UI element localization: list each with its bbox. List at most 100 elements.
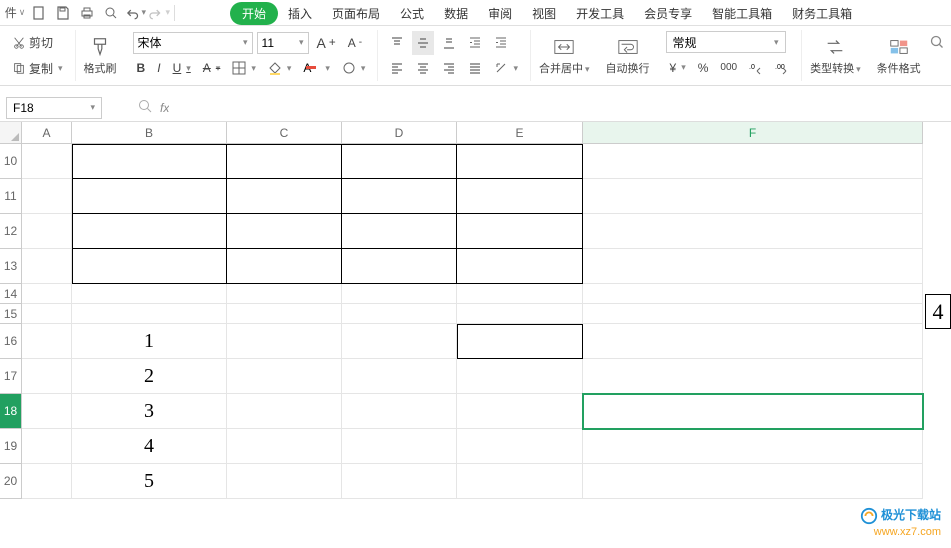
cell-F20[interactable] — [583, 464, 923, 499]
row-header-20[interactable]: 20 — [0, 464, 22, 499]
cell-B10[interactable] — [72, 144, 227, 179]
formula-input[interactable] — [169, 97, 951, 119]
cell-D16[interactable] — [342, 324, 457, 359]
cell-C20[interactable] — [227, 464, 342, 499]
cell-E20[interactable] — [457, 464, 583, 499]
cell-A12[interactable] — [22, 214, 72, 249]
cell-A13[interactable] — [22, 249, 72, 284]
row-header-13[interactable]: 13 — [0, 249, 22, 284]
cell-F14[interactable] — [583, 284, 923, 304]
border-button[interactable]: ▾ — [228, 56, 260, 80]
cell-B20[interactable]: 5 — [72, 464, 227, 499]
name-box[interactable]: F18▾ — [6, 97, 102, 119]
cell-E12[interactable] — [457, 214, 583, 249]
column-header-E[interactable]: E — [457, 122, 583, 144]
wrap-text-button[interactable]: 自动换行 — [598, 30, 658, 81]
cell-F17[interactable] — [583, 359, 923, 394]
cell-F13[interactable] — [583, 249, 923, 284]
tab-insert[interactable]: 插入 — [278, 1, 322, 26]
decrease-decimal-icon[interactable]: .00 — [771, 56, 793, 80]
cell-A20[interactable] — [22, 464, 72, 499]
fx-icon[interactable]: fx — [160, 101, 169, 115]
cell-E13[interactable] — [457, 249, 583, 284]
align-top-icon[interactable] — [386, 31, 408, 55]
cell-A15[interactable] — [22, 304, 72, 324]
cell-C13[interactable] — [227, 249, 342, 284]
conditional-format-button[interactable]: 条件格式 — [869, 30, 929, 81]
tab-formula[interactable]: 公式 — [390, 1, 434, 26]
row-header-10[interactable]: 10 — [0, 144, 22, 179]
fill-color-button[interactable]: ▾ — [264, 56, 296, 80]
row-header-14[interactable]: 14 — [0, 284, 22, 304]
cell-C12[interactable] — [227, 214, 342, 249]
cell-A18[interactable] — [22, 394, 72, 429]
row-header-18[interactable]: 18 — [0, 394, 22, 429]
cell-B19[interactable]: 4 — [72, 429, 227, 464]
cell-D20[interactable] — [342, 464, 457, 499]
cell-A19[interactable] — [22, 429, 72, 464]
align-bottom-icon[interactable] — [438, 31, 460, 55]
bold-button[interactable]: B — [133, 56, 150, 80]
cell-B14[interactable] — [72, 284, 227, 304]
comma-icon[interactable]: 000 — [716, 56, 741, 80]
row-header-19[interactable]: 19 — [0, 429, 22, 464]
cell-F18[interactable] — [583, 394, 923, 429]
column-header-A[interactable]: A — [22, 122, 72, 144]
type-convert-button[interactable]: 类型转换▾ — [802, 30, 869, 81]
cell-D13[interactable] — [342, 249, 457, 284]
column-header-D[interactable]: D — [342, 122, 457, 144]
tab-layout[interactable]: 页面布局 — [322, 1, 390, 26]
decrease-font-icon[interactable]: A- — [344, 31, 366, 55]
cell-A10[interactable] — [22, 144, 72, 179]
tab-member[interactable]: 会员专享 — [634, 1, 702, 26]
cell-C10[interactable] — [227, 144, 342, 179]
align-middle-icon[interactable] — [412, 31, 434, 55]
cell-E19[interactable] — [457, 429, 583, 464]
underline-button[interactable]: U▾ — [169, 56, 195, 80]
cell-D12[interactable] — [342, 214, 457, 249]
cell-A17[interactable] — [22, 359, 72, 394]
cell-F10[interactable] — [583, 144, 923, 179]
currency-icon[interactable]: ¥▾ — [666, 56, 690, 80]
merge-center-button[interactable]: 合并居中▾ — [531, 30, 598, 81]
row-header-16[interactable]: 16 — [0, 324, 22, 359]
cell-B18[interactable]: 3 — [72, 394, 227, 429]
font-size-select[interactable]: 11▾ — [257, 32, 309, 54]
cell-D17[interactable] — [342, 359, 457, 394]
cell-B17[interactable]: 2 — [72, 359, 227, 394]
font-color-button[interactable]: A▾ — [299, 56, 334, 80]
tab-data[interactable]: 数据 — [434, 1, 478, 26]
tab-smarttools[interactable]: 智能工具箱 — [702, 1, 782, 26]
cell-E11[interactable] — [457, 179, 583, 214]
cell-A14[interactable] — [22, 284, 72, 304]
tab-view[interactable]: 视图 — [522, 1, 566, 26]
font-name-select[interactable]: 宋体▾ — [133, 32, 253, 54]
cell-C15[interactable] — [227, 304, 342, 324]
cell-F12[interactable] — [583, 214, 923, 249]
increase-decimal-icon[interactable]: .0 — [745, 56, 767, 80]
cell-F19[interactable] — [583, 429, 923, 464]
indent-decrease-icon[interactable] — [464, 31, 486, 55]
tab-finance[interactable]: 财务工具箱 — [782, 1, 862, 26]
cell-E14[interactable] — [457, 284, 583, 304]
cell-E15[interactable] — [457, 304, 583, 324]
row-header-15[interactable]: 15 — [0, 304, 22, 324]
cell-C16[interactable] — [227, 324, 342, 359]
cut-button[interactable]: 剪切 — [8, 31, 67, 55]
cell-B12[interactable] — [72, 214, 227, 249]
phonetic-button[interactable]: ▾ — [338, 56, 370, 80]
tab-review[interactable]: 审阅 — [478, 1, 522, 26]
italic-button[interactable]: I — [153, 56, 164, 80]
align-right-icon[interactable] — [438, 56, 460, 80]
cell-C17[interactable] — [227, 359, 342, 394]
indent-increase-icon[interactable] — [490, 31, 512, 55]
cell-B16[interactable]: 1 — [72, 324, 227, 359]
format-painter-button[interactable]: 格式刷 — [76, 30, 125, 81]
align-left-icon[interactable] — [386, 56, 408, 80]
cell-D15[interactable] — [342, 304, 457, 324]
cell-B13[interactable] — [72, 249, 227, 284]
column-header-B[interactable]: B — [72, 122, 227, 144]
cell-F11[interactable] — [583, 179, 923, 214]
cell-D19[interactable] — [342, 429, 457, 464]
cell-E16[interactable] — [457, 324, 583, 359]
